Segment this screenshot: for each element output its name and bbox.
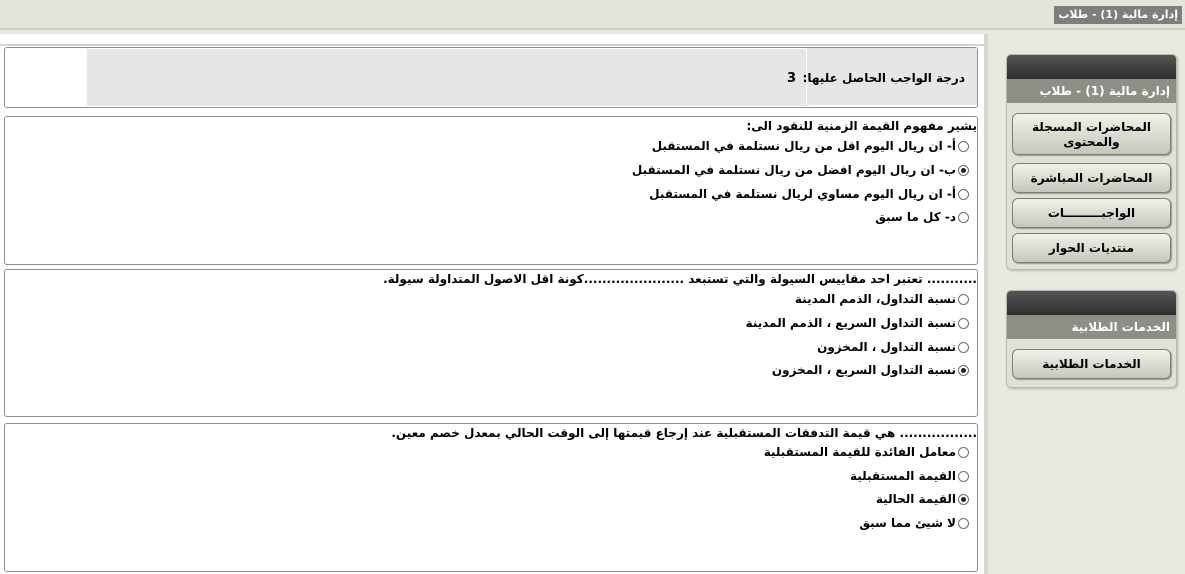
question-3: ................. هي قيمة التدفقات المست… (4, 423, 978, 572)
live-lectures-button[interactable]: المحاضرات المباشرة (1012, 163, 1171, 193)
option-label: أ- ان ريال اليوم مساوي لريال نستلمة في ا… (649, 187, 956, 201)
option-label: القيمة المستقبلية (849, 469, 956, 483)
question-text: يشير مفهوم القيمة الزمنية للنقود الى: (746, 119, 977, 133)
option-label: نسبة التداول السريع ، الذمم المدينة (745, 316, 956, 330)
grade-value-cell: 3 (87, 48, 809, 106)
answer-option[interactable]: ب- ان ريال اليوم افضل من ريال نستلمة في … (632, 162, 969, 178)
answer-option[interactable]: أ- ان ريال اليوم اقل من ريال نستلمة في ا… (652, 138, 969, 154)
radio-button[interactable] (958, 470, 969, 482)
answer-option[interactable]: نسبة التداول، الذمم المدينة (795, 291, 969, 307)
top-bar: إدارة مالية (1) - طلاب (0, 0, 1185, 30)
radio-button[interactable] (958, 317, 969, 329)
panel-title: الخدمات الطلابية (1007, 315, 1176, 339)
answer-option[interactable]: معامل الفائدة للقيمة المستقبلية (764, 444, 969, 460)
main-content: 3 درجة الواجب الحاصل عليها: يشير مفهوم ا… (0, 34, 984, 574)
radio-button[interactable] (958, 211, 969, 223)
option-label: نسبة التداول، الذمم المدينة (794, 292, 956, 306)
answer-option[interactable]: نسبة التداول السريع ، المخزون (772, 362, 969, 378)
radio-button-selected[interactable] (958, 493, 969, 505)
content-divider (0, 44, 984, 46)
sidebar: إدارة مالية (1) - طلاب المحاضرات المسجلة… (988, 34, 1185, 574)
question-text: ........... تعتبر احد مقاييس السيولة وال… (383, 272, 977, 286)
panel-header-bar (1007, 291, 1176, 315)
option-label: نسبة التداول ، المخزون (817, 340, 956, 354)
answer-option[interactable]: نسبة التداول السريع ، الذمم المدينة (746, 315, 969, 331)
grade-label: درجة الواجب الحاصل عليها: (802, 71, 965, 85)
option-label: د- كل ما سبق (875, 210, 956, 224)
answer-option[interactable]: القيمة المستقبلية (850, 468, 969, 484)
answer-option[interactable]: لا شيئ مما سبق (859, 515, 969, 531)
option-label: أ- ان ريال اليوم اقل من ريال نستلمة في ا… (651, 139, 956, 153)
option-label: معامل الفائدة للقيمة المستقبلية (763, 445, 956, 459)
grade-box: 3 درجة الواجب الحاصل عليها: (4, 47, 978, 108)
panel-title: إدارة مالية (1) - طلاب (1007, 79, 1176, 103)
radio-button[interactable] (958, 140, 969, 152)
student-services-button[interactable]: الخدمات الطلابية (1012, 349, 1171, 379)
radio-button[interactable] (958, 188, 969, 200)
option-label: لا شيئ مما سبق (859, 516, 956, 530)
panel-header-bar (1007, 55, 1176, 79)
radio-button-selected[interactable] (958, 364, 969, 376)
answer-option[interactable]: د- كل ما سبق (875, 209, 969, 225)
answer-option[interactable]: أ- ان ريال اليوم مساوي لريال نستلمة في ا… (649, 186, 969, 202)
grade-value: 3 (787, 71, 797, 86)
grade-label-cell: درجة الواجب الحاصل عليها: (802, 48, 977, 105)
answer-option[interactable]: القيمة الحالية (876, 491, 969, 507)
option-label: ب- ان ريال اليوم افضل من ريال نستلمة في … (631, 163, 956, 177)
radio-button[interactable] (958, 293, 969, 305)
radio-button-selected[interactable] (958, 164, 969, 176)
option-label: نسبة التداول السريع ، المخزون (771, 363, 956, 377)
radio-button[interactable] (958, 341, 969, 353)
option-label: القيمة الحالية (875, 492, 956, 506)
student-services-panel: الخدمات الطلابية الخدمات الطلابية (1006, 290, 1177, 388)
course-title-badge: إدارة مالية (1) - طلاب (1054, 6, 1182, 24)
radio-button[interactable] (958, 517, 969, 529)
assignments-button[interactable]: الواجبـــــــــات (1012, 198, 1171, 228)
recorded-lectures-button[interactable]: المحاضرات المسجلة والمحتوى (1012, 113, 1171, 155)
radio-button[interactable] (958, 446, 969, 458)
answer-option[interactable]: نسبة التداول ، المخزون (817, 339, 969, 355)
question-2: ........... تعتبر احد مقاييس السيولة وال… (4, 269, 978, 417)
course-menu-panel: إدارة مالية (1) - طلاب المحاضرات المسجلة… (1006, 54, 1177, 270)
question-text: ................. هي قيمة التدفقات المست… (391, 426, 977, 440)
question-1: يشير مفهوم القيمة الزمنية للنقود الى: أ-… (4, 116, 978, 265)
discussion-forums-button[interactable]: منتديات الحوار (1012, 233, 1171, 263)
